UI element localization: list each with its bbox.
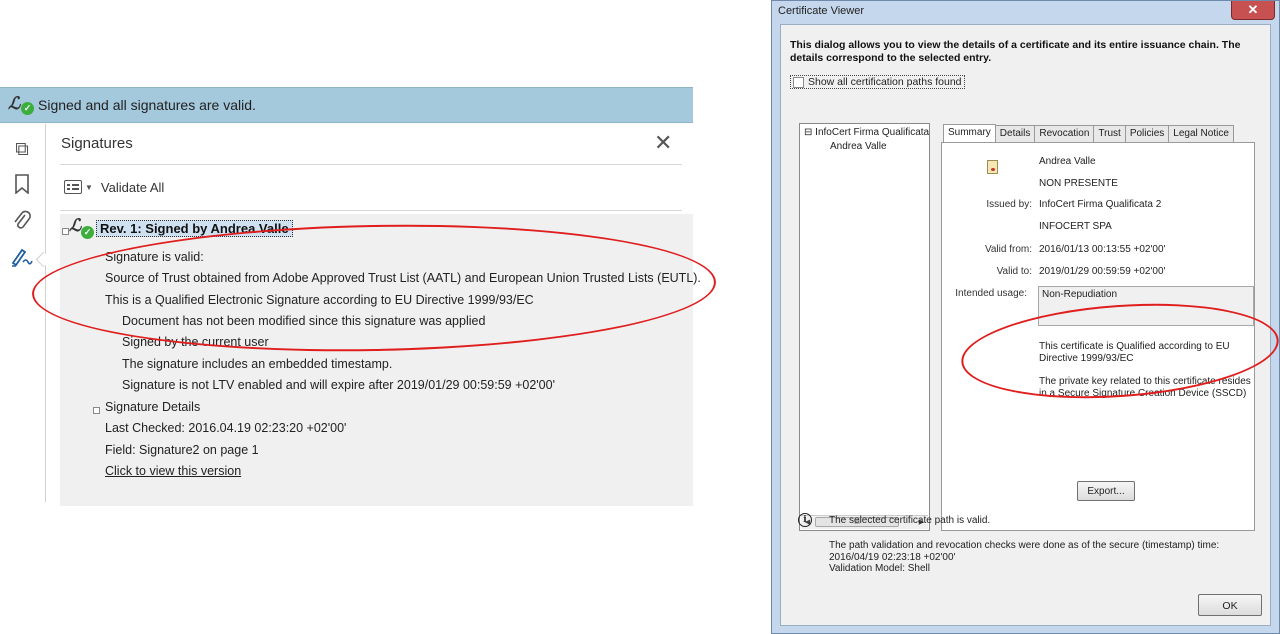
- subject-org: NON PRESENTE: [1039, 178, 1118, 189]
- path-valid-text: The selected certificate path is valid.: [829, 515, 991, 526]
- ok-button[interactable]: OK: [1198, 594, 1262, 616]
- tab-details[interactable]: Details: [994, 125, 1036, 143]
- issued-by-label: Issued by:: [986, 199, 1032, 210]
- last-checked-text: Last Checked: 2016.04.19 02:23:20 +02'00…: [105, 421, 347, 435]
- dialog-body: This dialog allows you to view the detai…: [780, 24, 1271, 626]
- validation-time: 2016/04/19 02:23:18 +02'00': [829, 551, 956, 563]
- summary-panel: Andrea Valle NON PRESENTE Issued by: Inf…: [941, 142, 1255, 531]
- collapse-toggle[interactable]: [62, 228, 69, 235]
- divider: [60, 164, 682, 165]
- subject-name: Andrea Valle: [1039, 156, 1096, 167]
- signature-tree: ℒ ✓ Rev. 1: Signed by Andrea Valle Signa…: [60, 214, 701, 506]
- validation-model: Validation Model: Shell: [829, 563, 930, 574]
- ltv-text: Signature is not LTV enabled and will ex…: [122, 378, 555, 392]
- pages-icon[interactable]: ⧉: [10, 138, 34, 162]
- checkbox-label: Show all certification paths found: [808, 76, 962, 88]
- chain-root-item[interactable]: ⊟ InfoCert Firma Qualificata: [804, 127, 929, 138]
- close-button[interactable]: ✕: [1231, 1, 1275, 20]
- attachment-icon[interactable]: [10, 210, 34, 234]
- intended-usage-box: Non-Repudiation: [1038, 286, 1254, 326]
- chevron-down-icon: ▼: [85, 182, 93, 192]
- signature-details-item[interactable]: Signature Details: [105, 400, 200, 414]
- certificate-chain-tree[interactable]: ⊟ InfoCert Firma Qualificata Andrea Vall…: [799, 123, 930, 531]
- tab-revocation[interactable]: Revocation: [1034, 125, 1095, 143]
- signature-valid-icon: ℒ ✓: [69, 216, 95, 240]
- revision-label[interactable]: Rev. 1: Signed by Andrea Valle: [96, 220, 293, 237]
- title-bar[interactable]: Certificate Viewer ✕: [772, 1, 1279, 23]
- qualified-note: This certificate is Qualified according …: [1039, 341, 1230, 364]
- validate-all-button[interactable]: ▼ Validate All: [64, 177, 164, 197]
- signature-icon[interactable]: [10, 246, 34, 270]
- chain-root-label: InfoCert Firma Qualificata: [815, 127, 930, 138]
- validate-all-label: Validate All: [100, 179, 165, 195]
- signature-status-banner: ℒ ✓ Signed and all signatures are valid.: [0, 87, 693, 123]
- options-menu-icon: [64, 180, 82, 194]
- panel-title: Signatures: [61, 135, 133, 152]
- signature-valid-icon: ℒ ✓: [8, 94, 36, 116]
- certificate-icon: [987, 160, 998, 174]
- signature-valid-text: Signature is valid:: [105, 250, 204, 264]
- valid-to-label: Valid to:: [996, 266, 1032, 277]
- field-text: Field: Signature2 on page 1: [105, 443, 259, 457]
- certificate-viewer-window: Certificate Viewer ✕ This dialog allows …: [771, 0, 1280, 634]
- tool-rail: ⧉: [0, 124, 52, 502]
- close-icon[interactable]: ✕: [654, 130, 672, 156]
- issuer-org: INFOCERT SPA: [1039, 221, 1112, 232]
- valid-from-label: Valid from:: [984, 244, 1032, 255]
- tab-policies[interactable]: Policies: [1124, 125, 1170, 143]
- issued-by-value: InfoCert Firma Qualificata 2: [1039, 199, 1162, 210]
- window-title: Certificate Viewer: [778, 5, 864, 17]
- expand-toggle[interactable]: [93, 407, 100, 414]
- timestamp-text: The signature includes an embedded times…: [122, 357, 393, 371]
- chain-child-item[interactable]: Andrea Valle: [830, 141, 887, 152]
- valid-from-value: 2016/01/13 00:13:55 +02'00': [1039, 244, 1166, 255]
- tab-legal-notice[interactable]: Legal Notice: [1168, 125, 1234, 143]
- intro-text: This dialog allows you to view the detai…: [790, 39, 1241, 64]
- source-of-trust-text: Source of Trust obtained from Adobe Appr…: [105, 271, 701, 285]
- export-button[interactable]: Export...: [1077, 481, 1135, 501]
- sscd-note: The private key related to this certific…: [1039, 376, 1251, 399]
- bookmark-icon[interactable]: [10, 174, 34, 198]
- tab-summary[interactable]: Summary: [943, 124, 996, 143]
- show-all-paths-checkbox[interactable]: Show all certification paths found: [790, 75, 965, 89]
- not-modified-text: Document has not been modified since thi…: [122, 314, 486, 328]
- tab-trust[interactable]: Trust: [1093, 125, 1126, 143]
- divider: [60, 210, 682, 211]
- valid-to-value: 2019/01/29 00:59:59 +02'00': [1039, 266, 1166, 277]
- validation-line: The path validation and revocation check…: [829, 540, 1220, 551]
- tab-strip: Summary Details Revocation Trust Policie…: [943, 124, 1234, 143]
- validation-note: The path validation and revocation check…: [829, 540, 1249, 575]
- signed-by-user-text: Signed by the current user: [122, 335, 269, 349]
- info-icon: i: [798, 513, 812, 527]
- intended-usage-label: Intended usage:: [955, 288, 1027, 299]
- banner-text: Signed and all signatures are valid.: [38, 97, 256, 113]
- checkbox-box[interactable]: [793, 76, 804, 88]
- view-version-link[interactable]: Click to view this version: [105, 464, 241, 478]
- signatures-panel: Signatures ✕ ▼ Validate All ℒ ✓ Rev. 1: …: [46, 124, 701, 506]
- qualified-signature-text: This is a Qualified Electronic Signature…: [105, 293, 534, 307]
- collapse-toggle[interactable]: ⊟: [804, 127, 812, 138]
